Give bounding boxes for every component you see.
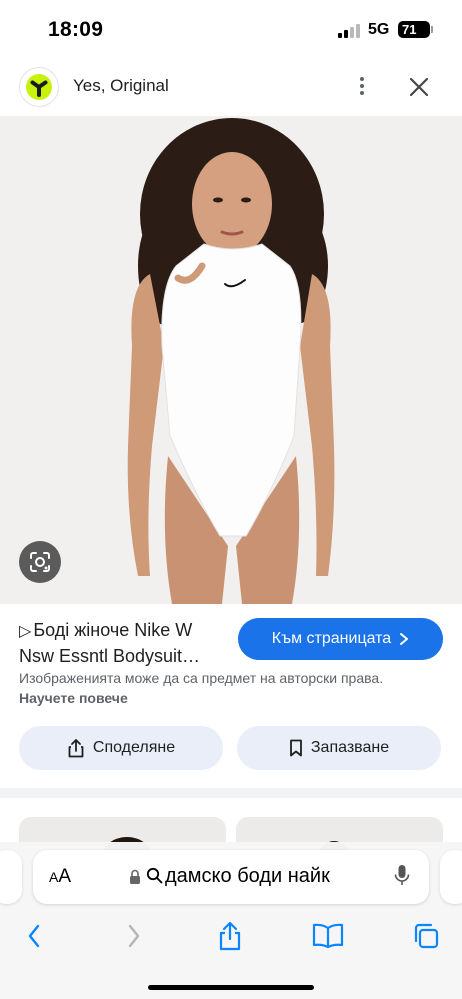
tabs-icon <box>414 923 439 949</box>
previous-tab-preview[interactable] <box>0 850 22 904</box>
battery-icon: 71 <box>398 21 430 38</box>
address-query: дамско боди найк <box>165 865 330 887</box>
home-indicator <box>148 985 314 990</box>
open-book-icon <box>312 923 344 949</box>
google-lens-icon[interactable] <box>19 541 61 583</box>
site-name: Yes, Original <box>73 76 169 95</box>
back-button[interactable] <box>16 918 52 954</box>
browser-toolbar <box>0 914 462 999</box>
save-label: Запазване <box>310 739 390 756</box>
share-page-button[interactable] <box>212 918 248 954</box>
share-icon <box>68 739 84 758</box>
browser-address-area: AA дамско боди найк <box>0 842 462 914</box>
model-photo <box>0 116 462 604</box>
product-title-line2: Nsw Essntl Bodysuit… <box>19 646 201 666</box>
status-time: 18:09 <box>48 18 104 41</box>
next-tab-preview[interactable] <box>440 850 462 904</box>
section-divider <box>0 788 462 798</box>
close-icon[interactable] <box>406 74 432 100</box>
product-title-line1: Боді жіноче Nike W <box>33 620 193 640</box>
learn-more-link[interactable]: Научете повече <box>19 690 128 706</box>
result-header: Yes, Original <box>0 60 462 116</box>
copyright-notice: Изображенията може да са предмет на авто… <box>19 668 439 708</box>
visit-page-label: Към страницата <box>271 630 392 647</box>
bookmark-icon <box>289 739 302 757</box>
forward-button[interactable] <box>116 918 152 954</box>
lock-icon <box>130 869 140 884</box>
network-type: 5G <box>368 21 390 38</box>
chevron-left-icon <box>28 924 40 948</box>
share-icon <box>219 921 241 951</box>
chevron-right-icon <box>128 924 140 948</box>
share-label: Споделяне <box>92 739 176 756</box>
address-bar[interactable]: AA дамско боди найк <box>33 850 429 904</box>
tabs-button[interactable] <box>408 918 444 954</box>
microphone-icon[interactable] <box>394 864 410 888</box>
cellular-signal-icon <box>338 24 362 38</box>
site-logo-icon <box>26 74 52 100</box>
copyright-text: Изображенията може да са предмет на авто… <box>19 670 384 686</box>
product-image[interactable] <box>0 116 462 604</box>
save-button[interactable]: Запазване <box>237 726 441 770</box>
bookmarks-button[interactable] <box>310 918 346 954</box>
battery-tip <box>431 26 433 33</box>
search-icon <box>146 867 163 884</box>
status-bar: 18:09 5G 71 <box>0 0 462 60</box>
chevron-right-icon <box>400 633 409 645</box>
product-title[interactable]: ▷ Боді жіноче Nike W Nsw Essntl Bodysuit… <box>19 618 229 668</box>
share-button[interactable]: Споделяне <box>19 726 223 770</box>
more-options-icon[interactable] <box>350 74 374 98</box>
reader-aa-button[interactable]: AA <box>49 866 71 888</box>
site-logo <box>19 67 59 107</box>
play-icon: ▷ <box>19 623 32 640</box>
visit-page-button[interactable]: Към страницата <box>238 618 443 660</box>
result-info: ▷ Боді жіноче Nike W Nsw Essntl Bodysuit…… <box>0 604 462 794</box>
